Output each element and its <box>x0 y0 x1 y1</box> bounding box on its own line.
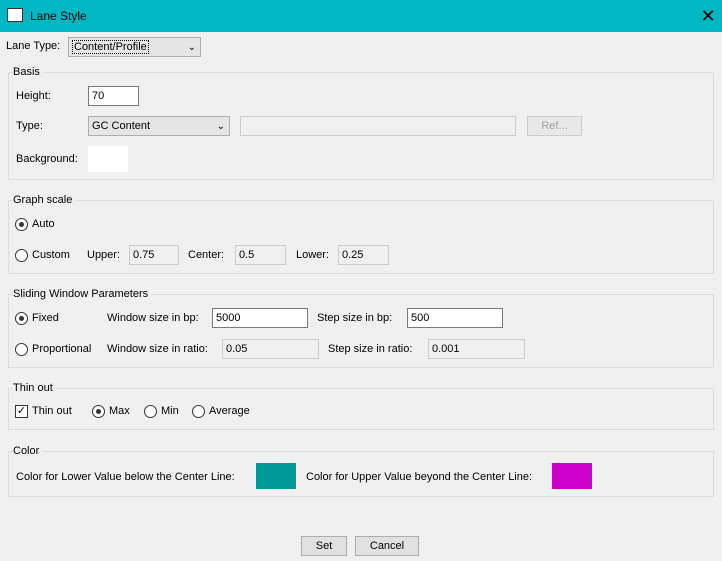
upper-input[interactable]: 0.75 <box>129 245 179 265</box>
center-label: Center: <box>188 249 225 261</box>
auto-label: Auto <box>32 218 55 230</box>
average-label: Average <box>209 405 250 417</box>
window-bp-input[interactable]: 5000 <box>212 308 308 328</box>
step-ratio-label: Step size in ratio: <box>328 343 413 355</box>
type-value: GC Content <box>92 120 151 132</box>
proportional-radio[interactable] <box>15 343 28 356</box>
graph-scale-title: Graph scale <box>13 194 76 206</box>
custom-label: Custom <box>32 249 70 261</box>
sliding-window-group <box>8 294 714 368</box>
step-bp-label: Step size in bp: <box>317 312 393 324</box>
custom-radio[interactable] <box>15 249 28 262</box>
app-icon <box>7 8 23 22</box>
type-label: Type: <box>16 120 43 132</box>
title-bar: Lane Style ✕ <box>0 0 722 32</box>
ref-button: Ref... <box>527 116 582 136</box>
min-label: Min <box>161 405 179 417</box>
sliding-window-title: Sliding Window Parameters <box>13 288 152 300</box>
step-ratio-input[interactable]: 0.001 <box>428 339 525 359</box>
chevron-down-icon: ⌄ <box>187 42 196 53</box>
chevron-down-icon: ⌄ <box>216 121 225 132</box>
lower-label: Lower: <box>296 249 330 261</box>
basis-title: Basis <box>13 66 43 78</box>
auto-radio[interactable] <box>15 218 28 231</box>
type-select[interactable]: GC Content ⌄ <box>88 116 230 136</box>
type-text-field <box>240 116 516 136</box>
window-ratio-input[interactable]: 0.05 <box>222 339 319 359</box>
thin-out-checkbox[interactable]: ✓ <box>15 405 28 418</box>
thin-out-label: Thin out <box>32 405 72 417</box>
color-title: Color <box>13 445 43 457</box>
upper-color-label: Color for Upper Value beyond the Center … <box>306 471 533 483</box>
lower-color-label: Color for Lower Value below the Center L… <box>16 471 235 483</box>
center-input[interactable]: 0.5 <box>235 245 286 265</box>
window-title: Lane Style <box>30 9 87 23</box>
cancel-button[interactable]: Cancel <box>355 536 419 556</box>
fixed-label: Fixed <box>32 312 59 324</box>
lane-type-value: Content/Profile <box>72 40 149 54</box>
upper-label: Upper: <box>87 249 121 261</box>
upper-color-swatch[interactable] <box>552 463 592 489</box>
min-radio[interactable] <box>144 405 157 418</box>
height-label: Height: <box>16 90 51 102</box>
fixed-radio[interactable] <box>15 312 28 325</box>
proportional-label: Proportional <box>32 343 92 355</box>
window-ratio-label: Window size in ratio: <box>107 343 208 355</box>
background-label: Background: <box>16 153 78 165</box>
lower-color-swatch[interactable] <box>256 463 296 489</box>
max-label: Max <box>109 405 130 417</box>
window-bp-label: Window size in bp: <box>107 312 199 324</box>
background-color-swatch[interactable] <box>88 146 128 172</box>
set-button[interactable]: Set <box>301 536 347 556</box>
step-bp-input[interactable]: 500 <box>407 308 503 328</box>
lane-type-label: Lane Type: <box>6 40 61 52</box>
lane-type-select[interactable]: Content/Profile ⌄ <box>68 37 201 57</box>
average-radio[interactable] <box>192 405 205 418</box>
close-icon[interactable]: ✕ <box>694 4 722 28</box>
max-radio[interactable] <box>92 405 105 418</box>
height-input[interactable]: 70 <box>88 86 139 106</box>
thin-out-title: Thin out <box>13 382 56 394</box>
lower-input[interactable]: 0.25 <box>338 245 389 265</box>
